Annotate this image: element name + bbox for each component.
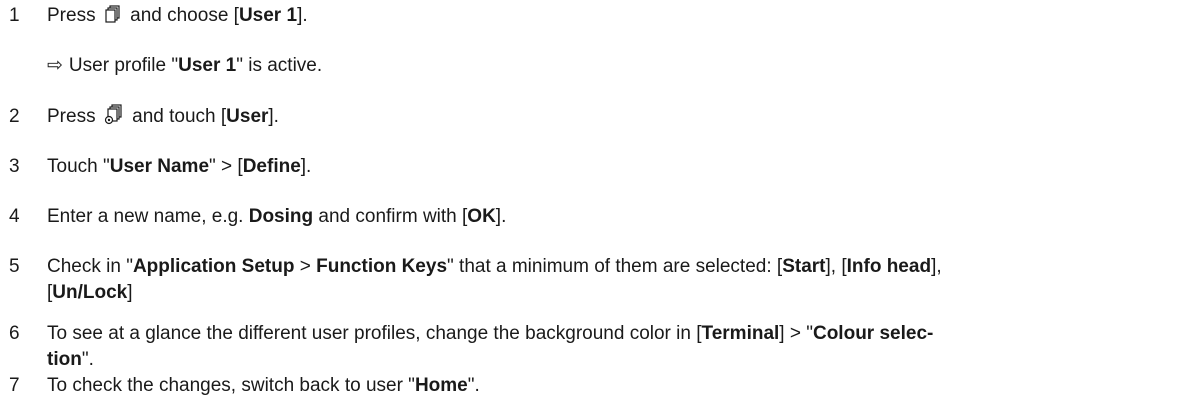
result-arrow-icon: ⇨ <box>47 55 63 76</box>
step-number: 5 <box>9 256 20 277</box>
step-number: 2 <box>9 106 20 127</box>
step-number: 3 <box>9 156 20 177</box>
step-number: 6 <box>9 323 20 344</box>
step-number: 1 <box>9 5 20 26</box>
user-settings-icon <box>104 104 122 125</box>
step-number: 4 <box>9 206 20 227</box>
step-number: 7 <box>9 375 20 396</box>
user-profiles-icon <box>105 5 120 23</box>
instruction-list: 1 Press and choose [User 1]. ⇨ User profi… <box>0 0 1177 401</box>
step-text: Press <box>47 5 101 26</box>
